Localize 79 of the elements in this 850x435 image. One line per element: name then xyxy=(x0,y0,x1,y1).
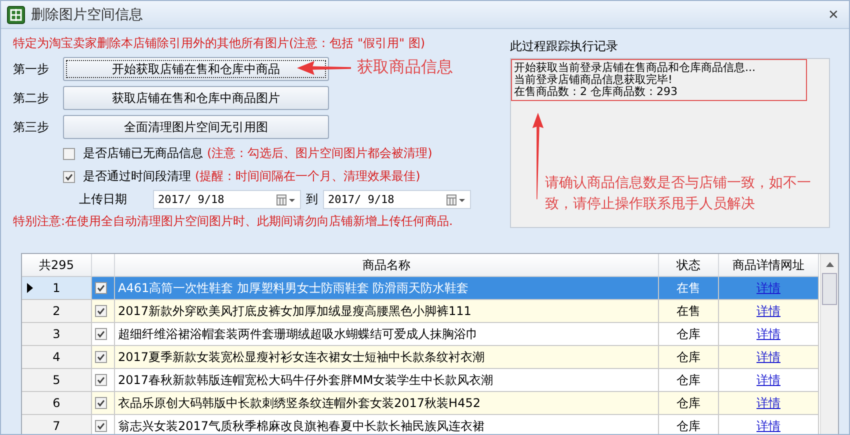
table-row[interactable]: 4 2017夏季新款女装宽松显瘦衬衫女连衣裙女士短袖中长款条纹衬衣潮 仓库 详情 xyxy=(22,346,819,369)
row-pointer-icon xyxy=(27,283,33,293)
row-number: 2 xyxy=(52,304,60,318)
status-text: 仓库 xyxy=(676,348,700,366)
date-separator: 到 xyxy=(306,191,318,208)
product-name: 衣品乐原创大码韩版中长款刺绣竖条纹连帽外套女装2017秋装H452 xyxy=(118,394,480,412)
step-label: 第三步 xyxy=(13,118,50,136)
checkbox[interactable] xyxy=(95,305,107,317)
detail-link[interactable]: 详情 xyxy=(756,326,780,342)
scroll-thumb[interactable] xyxy=(822,273,837,305)
scrollbar[interactable] xyxy=(820,254,838,434)
status-text: 在售 xyxy=(676,302,700,320)
column-header: 商品名称 xyxy=(115,254,659,276)
status-text: 仓库 xyxy=(676,418,700,434)
date-picker[interactable]: 2017/ 9/18 xyxy=(323,190,471,209)
annotation-text: 请确认商品信息数是否与店铺一致，如不一致，请停止操作联系甩手人员解决 xyxy=(544,174,812,214)
scroll-up-icon[interactable] xyxy=(826,262,834,267)
checkbox[interactable] xyxy=(95,374,107,386)
calendar-dropdown-icon[interactable] xyxy=(276,194,296,206)
checkbox[interactable] xyxy=(95,282,107,294)
left-arrow xyxy=(297,60,351,74)
product-name: 超细纤维浴裙浴帽套装两件套珊瑚绒超吸水蝴蝶结可爱成人抹胸浴巾 xyxy=(118,326,478,342)
detail-link[interactable]: 详情 xyxy=(756,372,780,388)
row-number: 3 xyxy=(52,327,60,341)
table-row[interactable]: 3 超细纤维浴裙浴帽套装两件套珊瑚绒超吸水蝴蝶结可爱成人抹胸浴巾 仓库 详情 xyxy=(22,323,819,346)
table-row[interactable]: 7 翁志兴女装2017气质秋季棉麻改良旗袍春夏中长款长袖民族风连衣裙 仓库 详情 xyxy=(22,415,819,434)
close-button[interactable]: ✕ xyxy=(824,7,843,22)
product-name: 2017夏季新款女装宽松显瘦衬衫女连衣裙女士短袖中长款条纹衬衣潮 xyxy=(118,348,485,366)
checkbox[interactable] xyxy=(95,397,107,409)
row-number: 5 xyxy=(52,373,60,387)
step-button[interactable]: 开始获取店铺在售和仓库中商品 xyxy=(63,57,329,81)
checkbox[interactable] xyxy=(63,148,75,160)
status-text: 仓库 xyxy=(676,326,700,342)
detail-link[interactable]: 详情 xyxy=(756,394,780,412)
status-text: 仓库 xyxy=(676,372,700,388)
log-title: 此过程跟踪执行记录 xyxy=(510,38,619,55)
table-row[interactable]: 5 2017春秋新款韩版连帽宽松大码牛仔外套胖MM女装学生中长款风衣潮 仓库 详情 xyxy=(22,369,819,392)
app-logo-icon xyxy=(7,6,25,24)
window-title: 删除图片空间信息 xyxy=(31,6,143,24)
status-text: 在售 xyxy=(676,280,700,296)
step-label: 第二步 xyxy=(13,90,50,106)
table-row[interactable]: 1 A461高筒一次性鞋套 加厚塑料男女士防雨鞋套 防滑雨天防水鞋套 在售 详情 xyxy=(22,277,819,300)
log-line: 开始获取当前登录店铺在售商品和仓库商品信息... xyxy=(514,62,756,74)
option-label: 是否店铺已无商品信息 xyxy=(83,145,203,162)
column-header: 共295 xyxy=(22,254,92,276)
checkbox[interactable] xyxy=(95,420,107,432)
column-header: 商品详情网址 xyxy=(719,254,819,276)
detail-link[interactable]: 详情 xyxy=(756,418,780,434)
calendar-dropdown-icon[interactable] xyxy=(446,194,466,206)
product-name: 2017新款外穿欧美风打底皮裤女加厚加绒显瘦高腰黑色小脚裤111 xyxy=(118,302,472,320)
row-number: 1 xyxy=(52,281,60,295)
product-name: 2017春秋新款韩版连帽宽松大码牛仔外套胖MM女装学生中长款风衣潮 xyxy=(118,372,494,388)
column-header: 状态 xyxy=(659,254,719,276)
row-number: 6 xyxy=(52,396,60,410)
date-label: 上传日期 xyxy=(79,191,128,208)
product-name: 翁志兴女装2017气质秋季棉麻改良旗袍春夏中长款长袖民族风连衣裙 xyxy=(118,418,485,434)
row-number: 4 xyxy=(52,350,60,364)
notice-text: 特定为淘宝卖家删除本店铺除引用外的其他所有图片(注意：包括 "假引用" 图) xyxy=(13,35,426,52)
option-note: (注意：勾选后、图片空间图片都会被清理) xyxy=(207,145,432,162)
annotation-text: 获取商品信息 xyxy=(357,57,453,78)
step-button[interactable]: 获取店铺在售和仓库中商品图片 xyxy=(63,86,329,110)
date-picker[interactable]: 2017/ 9/18 xyxy=(153,190,301,209)
table-row[interactable]: 6 衣品乐原创大码韩版中长款刺绣竖条纹连帽外套女装2017秋装H452 仓库 详情 xyxy=(22,392,819,415)
option-note: (提醒：时间间隔在一个月、清理效果最佳) xyxy=(195,168,420,185)
table-row[interactable]: 2 2017新款外穿欧美风打底皮裤女加厚加绒显瘦高腰黑色小脚裤111 在售 详情 xyxy=(22,300,819,323)
log-line: 当前登录店铺商品信息获取完毕! xyxy=(514,74,674,86)
step-label: 第一步 xyxy=(13,60,50,78)
warning-text: 特别注意:在使用全自动清理图片空间图片时、此期间请勿向店铺新增上传任何商品. xyxy=(13,213,454,230)
status-text: 仓库 xyxy=(676,394,700,412)
checkbox[interactable] xyxy=(95,328,107,340)
option-label: 是否通过时间段清理 xyxy=(83,168,191,185)
row-number: 7 xyxy=(52,419,60,433)
product-name: A461高筒一次性鞋套 加厚塑料男女士防雨鞋套 防滑雨天防水鞋套 xyxy=(118,280,469,296)
detail-link[interactable]: 详情 xyxy=(756,348,780,366)
checkbox[interactable] xyxy=(63,170,75,182)
log-line: 在售商品数：2 仓库商品数：293 xyxy=(514,86,678,98)
step-button[interactable]: 全面清理图片空间无引用图 xyxy=(63,115,329,139)
detail-link[interactable]: 详情 xyxy=(756,302,780,320)
checkbox[interactable] xyxy=(95,351,107,363)
